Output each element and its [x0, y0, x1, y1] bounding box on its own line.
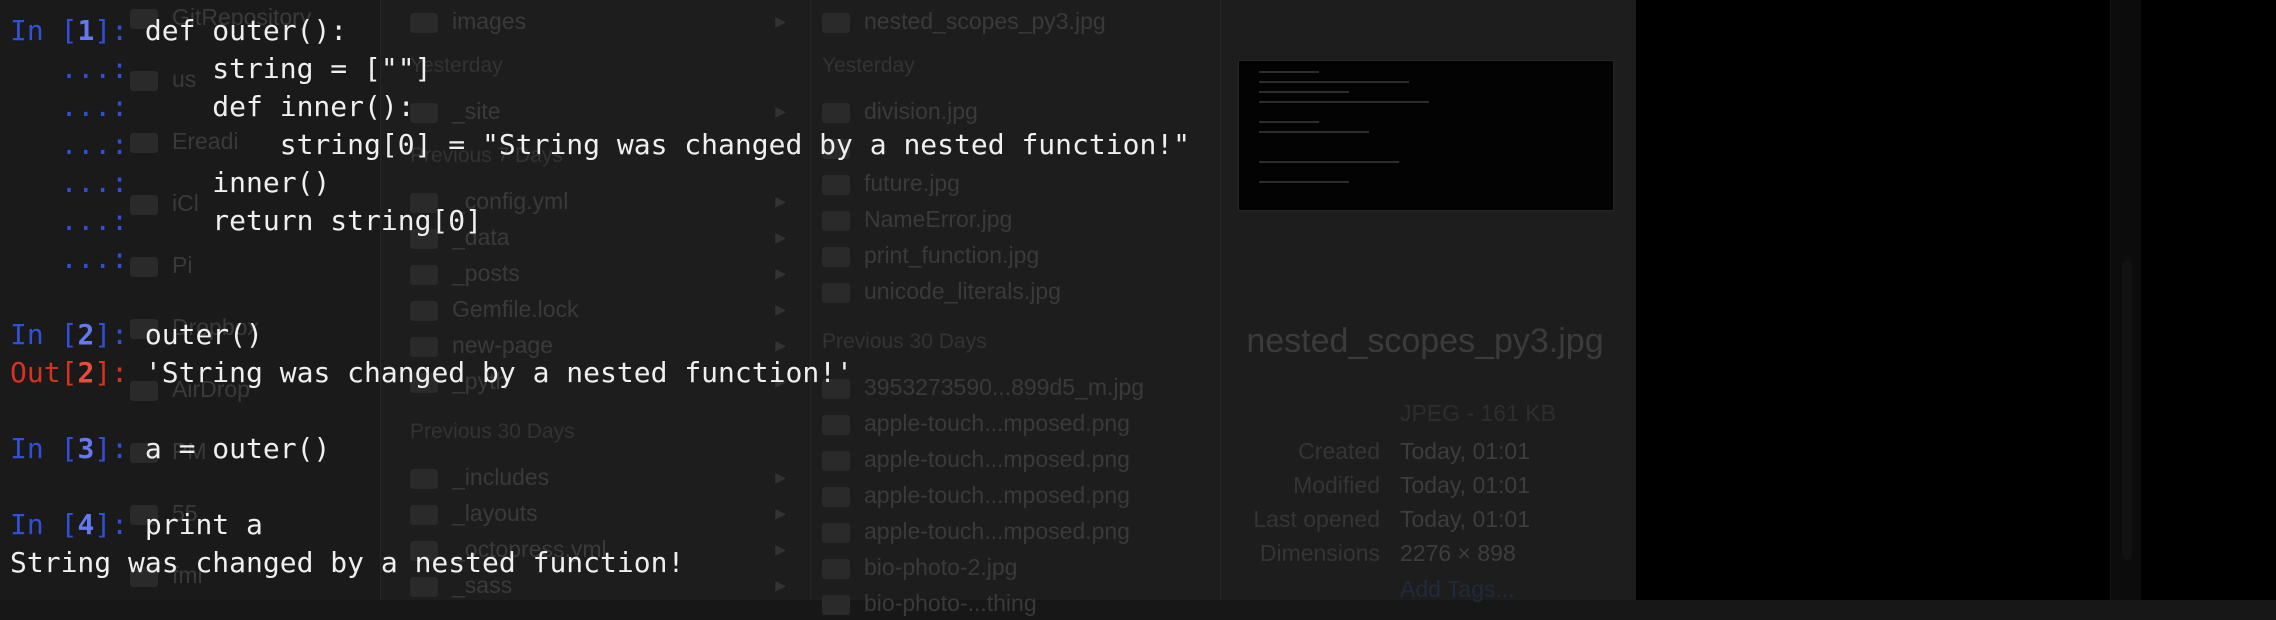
code-line: return string[0] — [144, 204, 483, 237]
cell-4-input: In [4]: print a — [10, 508, 263, 541]
cell-1-line-3: ...: def inner(): — [10, 90, 415, 123]
cell-1-line-1: In [1]: def outer(): — [10, 14, 348, 47]
code-line: string = [""] — [144, 52, 432, 85]
output-value: 'String was changed by a nested function… — [144, 356, 853, 389]
cell-1-line-6: ...: return string[0] — [10, 204, 483, 237]
cell-2-input: In [2]: outer() — [10, 318, 263, 351]
in-prompt-number: 1 — [77, 14, 95, 47]
cell-1-line-4: ...: string[0] = "String was changed by … — [10, 128, 1191, 161]
in-prompt-number: 3 — [77, 432, 95, 465]
out-prompt-number: 2 — [77, 356, 95, 389]
cell-4-stdout: String was changed by a nested function! — [10, 546, 685, 579]
scroll-thumb[interactable] — [2122, 260, 2132, 560]
desktop-background — [1636, 0, 2276, 600]
code-line: print a — [144, 508, 263, 541]
code-line: string[0] = "String was changed by a nes… — [144, 128, 1191, 161]
cell-1-line-2: ...: string = [""] — [10, 52, 432, 85]
in-prompt-number: 2 — [77, 318, 95, 351]
code-line: inner() — [144, 166, 331, 199]
code-line: outer() — [144, 318, 263, 351]
code-line: a = outer() — [144, 432, 331, 465]
ipython-terminal[interactable]: In [1]: def outer(): ...: string = [""] … — [0, 0, 1636, 600]
code-line: def inner(): — [144, 90, 415, 123]
in-prompt-number: 4 — [77, 508, 95, 541]
cell-3-input: In [3]: a = outer() — [10, 432, 331, 465]
cell-2-output: Out[2]: 'String was changed by a nested … — [10, 356, 853, 389]
cell-1-line-7: ...: — [10, 242, 145, 275]
code-line: def outer(): — [144, 14, 348, 47]
cell-1-line-5: ...: inner() — [10, 166, 331, 199]
